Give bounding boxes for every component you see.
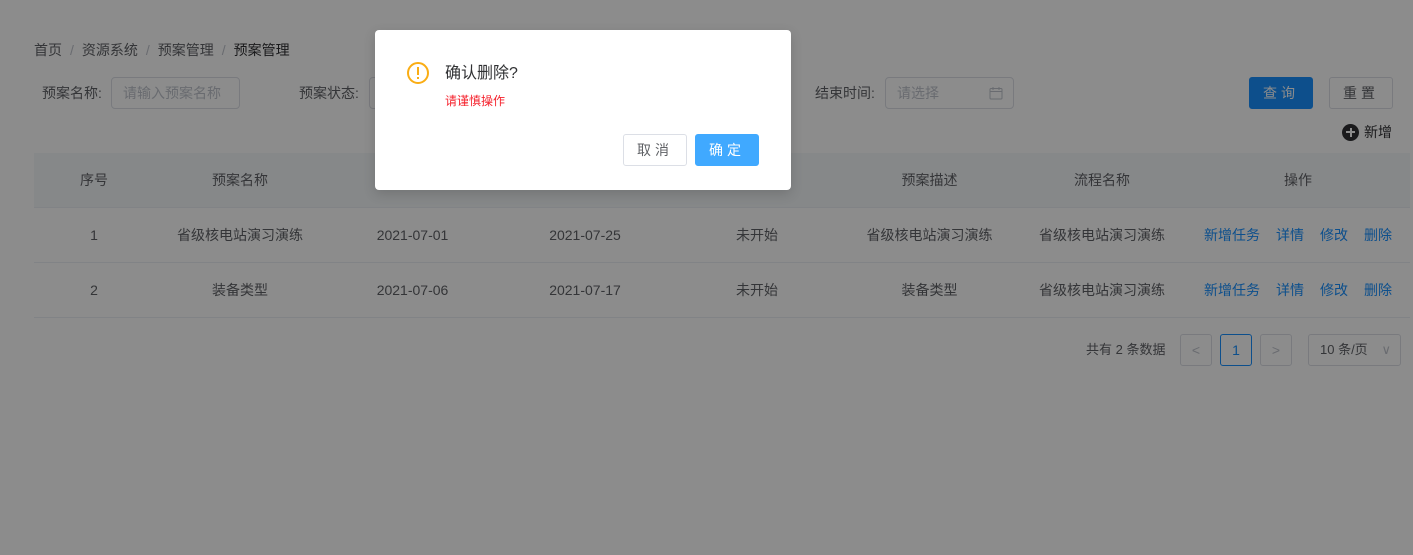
confirm-button[interactable]: 确定 [695, 134, 759, 166]
dialog-title: 确认删除? [445, 65, 518, 82]
cancel-button[interactable]: 取消 [623, 134, 687, 166]
dialog-message: 请谨慎操作 [445, 94, 506, 108]
confirm-delete-dialog: 确认删除? 请谨慎操作 取消 确定 [375, 30, 791, 190]
warning-icon [407, 62, 429, 84]
